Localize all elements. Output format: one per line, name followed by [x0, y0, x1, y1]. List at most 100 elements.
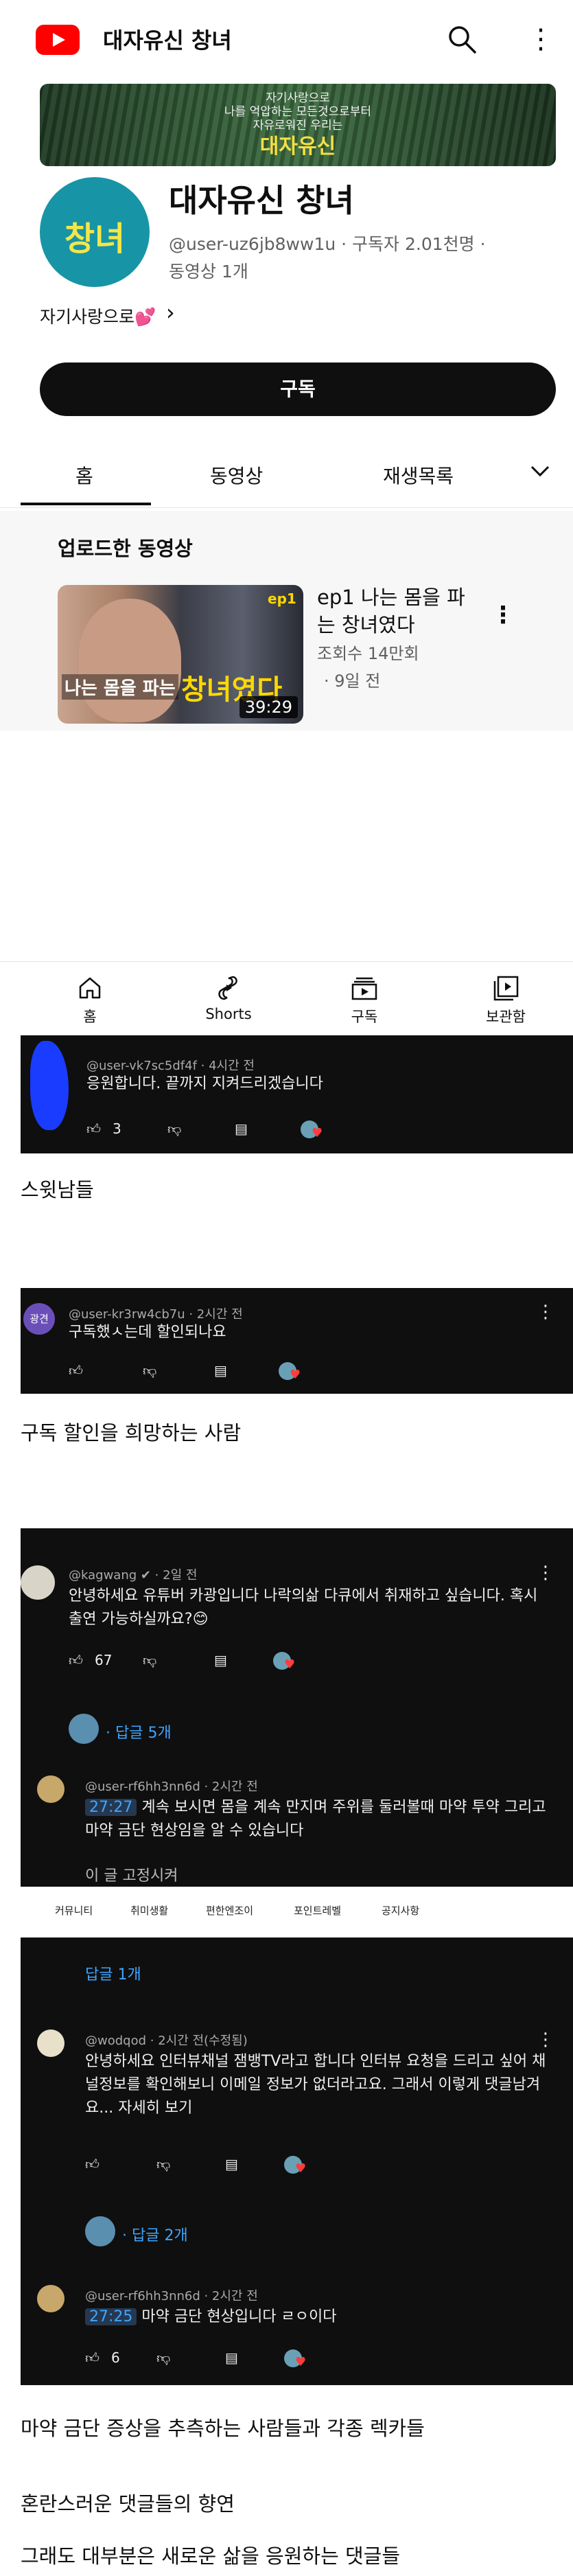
channel-description[interactable]: 자기사랑으로💕 — [40, 303, 156, 328]
dislike-icon[interactable]: 👎︎ — [167, 1120, 181, 1138]
caption: 마약 금단 증상을 추측하는 사람들과 각종 렉카들 — [21, 2417, 425, 2440]
comment-handle: @kagwang ✔ · 2일 전 — [69, 1568, 198, 1583]
comment-text: 안녕하세요 인터뷰채널 잼뱅TV라고 합니다 인터뷰 요청을 드리고 싶어 채널… — [85, 2053, 546, 2117]
bottom-navigation: 홈 Shorts 구독 보관함 — [0, 961, 573, 1035]
replies-toggle[interactable]: 답글 1개 — [85, 1962, 141, 1984]
video-duration: 39:29 — [239, 696, 298, 718]
replies-toggle[interactable]: · 답글 2개 — [122, 2223, 188, 2245]
creator-avatar — [69, 1714, 99, 1744]
reply-icon[interactable]: ▤ — [225, 2156, 238, 2172]
comment-more-icon[interactable]: ⋮ — [537, 1302, 554, 1322]
thumbnail-face-image — [78, 599, 181, 722]
tab-home[interactable]: 홈 — [75, 461, 93, 489]
like-count: 6 — [111, 2349, 120, 2366]
site-menu-strip: 커뮤니티 취미생활 편한엔조이 포인트레벨 공지사항 — [0, 1887, 573, 1937]
like-icon[interactable]: 👍︎ — [69, 1362, 83, 1379]
nav-home[interactable]: 홈 — [38, 974, 141, 1026]
header-title: 대자유신 창녀 — [103, 27, 232, 54]
comment-handle: @user-kr3rw4cb7u · 2시간 전 — [69, 1307, 243, 1322]
commenter-avatar: 광견 — [23, 1303, 55, 1335]
library-icon — [493, 976, 519, 1001]
reply-icon[interactable]: ▤ — [214, 1362, 227, 1379]
creator-heart-icon — [284, 2349, 306, 2369]
more-vert-icon[interactable]: ⋮ — [527, 23, 554, 55]
comment-text: 안녕하세요 유튜버 카광입니다 나락의삶 다큐에서 취재하고 싶습니다. 혹시 … — [69, 1587, 538, 1628]
home-icon — [79, 977, 101, 999]
shorts-icon — [218, 976, 237, 1000]
creator-heart-icon — [284, 2156, 306, 2176]
creator-heart-icon — [301, 1120, 323, 1140]
channel-banner: 자기사랑으로 나를 억압하는 모든것으로부터 자유로워진 우리는 대자유신 — [40, 84, 556, 166]
commenter-avatar — [21, 1565, 55, 1600]
comment-more-icon[interactable]: ⋮ — [537, 2029, 554, 2050]
nav-label: 보관함 — [486, 1009, 526, 1025]
like-icon[interactable]: 👍︎ — [86, 1120, 101, 1138]
reply-icon[interactable]: ▤ — [214, 1652, 227, 1668]
like-count: 3 — [113, 1120, 121, 1137]
nav-label: 구독 — [351, 1009, 378, 1025]
comment-screenshot-4: 답글 1개 @wodqod · 2시간 전(수정됨) 안녕하세요 인터뷰채널 잼… — [21, 1937, 573, 2385]
nav-label: 홈 — [83, 1009, 97, 1025]
nav-subscriptions[interactable]: 구독 — [313, 974, 416, 1026]
section-title: 업로드한 동영상 — [58, 537, 193, 560]
chevron-down-icon[interactable] — [530, 464, 550, 478]
comment-screenshot-3: @kagwang ✔ · 2일 전 안녕하세요 유튜버 카광입니다 나락의삶 다… — [21, 1528, 573, 1887]
reply-avatar — [37, 2285, 65, 2312]
app-header: 대자유신 창녀 ⋮ — [0, 0, 573, 77]
timestamp-link[interactable]: 27:27 — [85, 1799, 137, 1816]
subscribe-button[interactable]: 구독 — [40, 363, 556, 416]
reply-handle: @user-rf6hh3nn6d · 2시간 전 — [85, 1780, 258, 1794]
menu-item[interactable]: 공지사항 — [382, 1903, 419, 1918]
menu-item[interactable]: 취미생활 — [130, 1903, 168, 1918]
subscriptions-icon — [351, 977, 377, 1000]
caption: 스윗남들 — [21, 1178, 94, 1201]
like-icon[interactable]: 👍︎ — [85, 2156, 100, 2173]
creator-heart-icon — [273, 1652, 295, 1672]
nav-label: Shorts — [205, 1006, 252, 1022]
reply-avatar — [37, 1775, 65, 1803]
tab-playlists[interactable]: 재생목록 — [383, 461, 454, 489]
like-icon[interactable]: 👍︎ — [69, 1652, 83, 1669]
blurred-avatar — [30, 1041, 69, 1130]
comment-handle: @user-vk7sc5df4f · 4시간 전 — [86, 1059, 255, 1073]
active-tab-indicator — [21, 503, 151, 505]
comment-handle: @wodqod · 2시간 전(수정됨) — [85, 2034, 248, 2048]
dislike-icon[interactable]: 👎︎ — [143, 1362, 156, 1379]
menu-item[interactable]: 커뮤니티 — [55, 1903, 93, 1918]
reply-text: 마약 금단 현상입니다 ㄹㅇ이다 — [141, 2308, 337, 2325]
nav-library[interactable]: 보관함 — [454, 974, 557, 1026]
video-thumbnail[interactable]: ep1 나는 몸을 파는 창녀였다 39:29 — [58, 585, 303, 724]
comment-more-icon[interactable]: ⋮ — [537, 1563, 554, 1583]
video-views: 조회수 14만회 — [317, 644, 419, 663]
tab-videos[interactable]: 동영상 — [210, 461, 263, 489]
like-icon[interactable]: 👍︎ — [85, 2349, 100, 2367]
reply-icon[interactable]: ▤ — [235, 1120, 248, 1137]
video-more-icon[interactable]: ⋮ — [491, 601, 515, 629]
menu-item[interactable]: 포인트레벨 — [294, 1903, 341, 1918]
dislike-icon[interactable]: 👎︎ — [156, 2349, 170, 2367]
dislike-icon[interactable]: 👎︎ — [156, 2156, 170, 2173]
chevron-right-icon[interactable]: › — [166, 299, 175, 325]
dislike-icon[interactable]: 👎︎ — [143, 1652, 156, 1669]
reply-handle: @user-rf6hh3nn6d · 2시간 전 — [85, 2289, 258, 2303]
replies-toggle[interactable]: · 답글 5개 — [106, 1721, 172, 1743]
youtube-logo-icon[interactable] — [36, 25, 80, 55]
video-title[interactable]: ep1 나는 몸을 파는 창녀였다 — [317, 584, 482, 639]
comment-text: 응원합니다. 끝까지 지켜드리겠습니다 — [86, 1075, 323, 1092]
timestamp-link[interactable]: 27:25 — [85, 2308, 137, 2325]
reply-cut-text: 이 글 고정시켜 — [85, 1867, 178, 1885]
channel-tabs: 홈 동영상 재생목록 — [0, 439, 573, 508]
menu-item[interactable]: 편한엔조이 — [206, 1903, 253, 1918]
like-count: 67 — [95, 1652, 113, 1668]
creator-avatar — [85, 2216, 115, 2246]
caption: 그래도 대부분은 새로운 삶을 응원하는 댓글들 — [21, 2544, 401, 2568]
caption: 구독 할인을 희망하는 사람 — [21, 1421, 242, 1445]
channel-name: 대자유신 창녀 — [169, 182, 354, 219]
comment-screenshot-1: @user-vk7sc5df4f · 4시간 전 응원합니다. 끝까지 지켜드리… — [21, 1035, 573, 1153]
search-icon[interactable] — [446, 23, 478, 55]
channel-meta: @user-uz6jb8ww1u · 구독자 2.01천명 · — [169, 234, 486, 254]
nav-shorts[interactable]: Shorts — [177, 974, 280, 1022]
channel-avatar: 창녀 — [40, 177, 150, 287]
reply-icon[interactable]: ▤ — [225, 2349, 238, 2366]
comment-text: 구독했ㅅ는데 할인되나요 — [69, 1324, 226, 1341]
